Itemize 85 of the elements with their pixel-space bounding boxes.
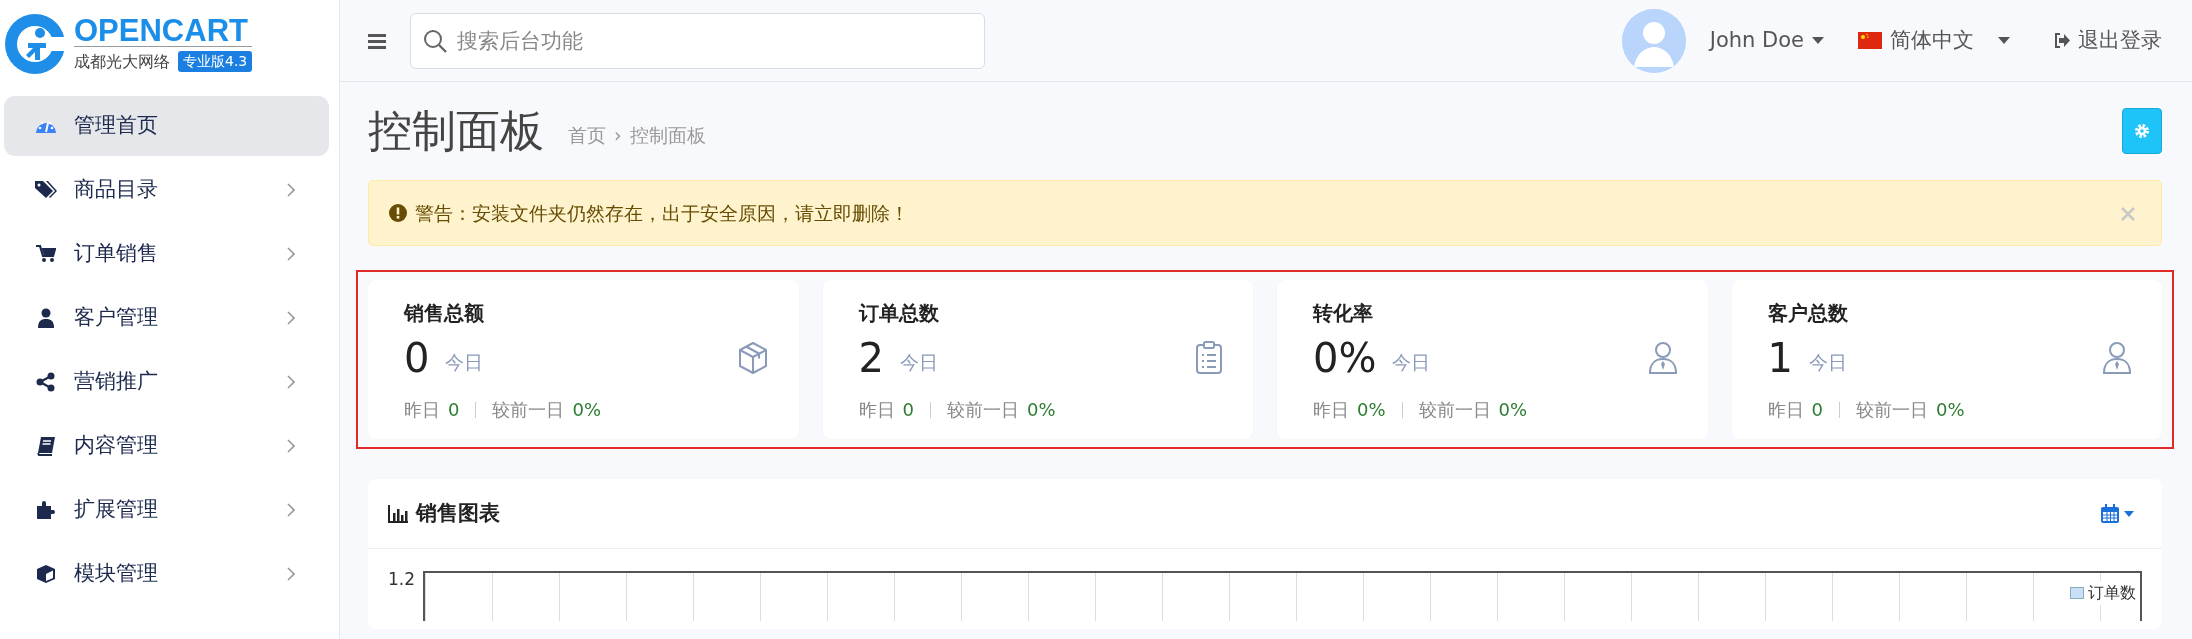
- yesterday-value: 0: [448, 398, 460, 422]
- brand-name: OPENCART: [74, 14, 249, 46]
- logout-link[interactable]: 退出登录: [2054, 24, 2162, 57]
- breadcrumb-separator: ›: [614, 122, 622, 148]
- search-field[interactable]: 搜索后台功能: [455, 15, 972, 66]
- compare-value: 0%: [1026, 398, 1056, 422]
- yesterday-label: 昨日: [1313, 398, 1349, 422]
- yesterday-label: 昨日: [1767, 398, 1804, 422]
- stat-period: 今日: [1808, 349, 1847, 375]
- settings-icon: [2134, 123, 2150, 139]
- stat-period: 今日: [899, 349, 938, 375]
- chevron-right-icon: [287, 375, 295, 390]
- chevron-right-icon: [287, 183, 295, 198]
- logout-icon: [2054, 33, 2070, 48]
- chevron-right-icon: [287, 311, 295, 326]
- stat-value: 0%: [1313, 336, 1377, 380]
- brand-subtitle: 成都光大网络: [74, 50, 170, 73]
- stat-value: 2: [858, 336, 884, 380]
- avatar[interactable]: [1621, 8, 1686, 73]
- caret-icon: [2124, 510, 2134, 517]
- alert-text: 警告：安装文件夹仍然存在，出于安全原因，请立即删除！: [415, 200, 909, 226]
- language-menu[interactable]: 简体中文: [1858, 24, 2010, 57]
- stat-period: 今日: [1392, 349, 1431, 375]
- edition-label: 专业版4.3: [178, 51, 253, 72]
- stat-title: 订单总数: [858, 300, 940, 327]
- date-range-button[interactable]: [2100, 503, 2134, 524]
- chevron-right-icon: [287, 503, 295, 518]
- legend-label: 订单数: [2088, 582, 2136, 604]
- close-icon: [2121, 207, 2135, 221]
- chart-title: 销售图表: [416, 499, 500, 527]
- sidebar-item[interactable]: 商品目录: [4, 160, 329, 220]
- stat-title: 客户总数: [1767, 300, 1849, 327]
- stat-period: 今日: [445, 349, 484, 375]
- bar-chart-icon: [388, 504, 408, 523]
- user-menu[interactable]: John Doe: [1709, 24, 1824, 57]
- flag-icon: [1858, 32, 1882, 49]
- caret-icon: [1998, 37, 2010, 44]
- sidebar-item[interactable]: 订单销售: [4, 224, 329, 284]
- sidebar-item[interactable]: 内容管理: [4, 416, 329, 476]
- compare-label: 较前一日: [492, 398, 565, 422]
- clipboard-icon: [1195, 341, 1223, 375]
- menu-icon[interactable]: [368, 32, 386, 49]
- sidebar-item[interactable]: 管理首页: [4, 96, 329, 156]
- chevron-right-icon: [287, 567, 295, 582]
- sidebar-item[interactable]: 营销推广: [4, 352, 329, 412]
- page-title: 控制面板: [368, 104, 544, 158]
- person-icon: [2102, 341, 2132, 375]
- box-icon: [736, 341, 769, 375]
- sidebar-item[interactable]: 客户管理: [4, 288, 329, 348]
- legend-swatch: [2070, 587, 2084, 599]
- compare-label: 较前一日: [1855, 398, 1928, 422]
- y-axis-tick: 1.2: [388, 568, 416, 591]
- stat-value: 0: [404, 336, 430, 380]
- yesterday-label: 昨日: [858, 398, 895, 422]
- compare-value: 0%: [1498, 398, 1528, 422]
- stat-value: 1: [1767, 336, 1793, 380]
- yesterday-value: 0: [902, 398, 914, 422]
- compare-value: 0%: [572, 398, 601, 422]
- stat-title: 销售总额: [404, 300, 485, 327]
- compare-label: 较前一日: [946, 398, 1019, 422]
- stat-title: 转化率: [1313, 300, 1374, 327]
- sidebar-item[interactable]: 模块管理: [4, 544, 329, 604]
- share-icon: [36, 372, 56, 392]
- yesterday-value: 0: [1811, 398, 1823, 422]
- caret-icon: [1812, 37, 1824, 44]
- chevron-right-icon: [287, 247, 295, 262]
- puzzle-icon: [36, 500, 56, 520]
- book-icon: [36, 436, 56, 456]
- user-icon: [38, 308, 54, 328]
- chevron-right-icon: [287, 439, 295, 454]
- search-box[interactable]: 搜索后台功能: [410, 12, 985, 69]
- cart-icon: [36, 245, 56, 263]
- compare-value: 0%: [1935, 398, 1965, 422]
- tag-icon: [35, 180, 57, 200]
- sidebar-item[interactable]: 扩展管理: [4, 480, 329, 540]
- warning-icon: [389, 204, 407, 222]
- cube-icon: [36, 564, 56, 584]
- yesterday-label: 昨日: [404, 398, 440, 422]
- search-icon: [423, 28, 447, 53]
- person-icon: [1647, 341, 1678, 375]
- compare-label: 较前一日: [1418, 398, 1491, 422]
- yesterday-value: 0%: [1357, 398, 1386, 422]
- logo-icon: [4, 13, 66, 75]
- settings-button[interactable]: [2122, 108, 2162, 154]
- calendar-icon: [2100, 503, 2120, 524]
